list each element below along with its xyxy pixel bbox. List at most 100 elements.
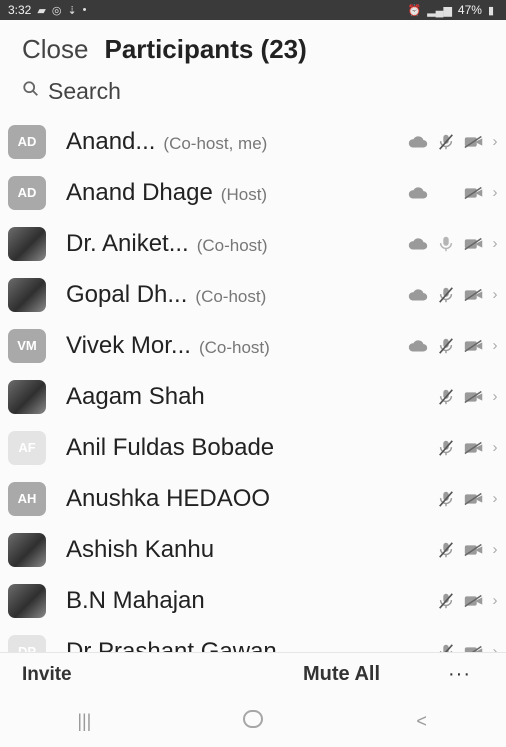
cloud-icon xyxy=(404,234,432,254)
participant-row[interactable]: B.N Mahajan › xyxy=(0,575,506,626)
cloud-icon xyxy=(404,540,432,560)
participant-status-icons: › xyxy=(404,591,502,611)
battery-percentage: 47% xyxy=(457,3,482,17)
chevron-right-icon: › xyxy=(492,490,498,507)
mic-muted-icon xyxy=(432,387,460,407)
chevron-right-icon: › xyxy=(492,286,498,303)
mic-icon xyxy=(432,234,460,254)
more-options-button[interactable]: ··· xyxy=(448,663,471,686)
participant-name-group: Dr. Aniket... (Co-host) xyxy=(66,230,268,258)
participant-row[interactable]: Ashish Kanhu › xyxy=(0,524,506,575)
participant-status-icons: › xyxy=(404,336,502,356)
mic-muted-icon xyxy=(432,489,460,509)
video-off-icon xyxy=(460,540,488,560)
participant-status-icons: › xyxy=(404,489,502,509)
search-bar[interactable] xyxy=(22,76,482,106)
video-off-icon xyxy=(460,489,488,509)
mic-placeholder xyxy=(432,183,460,203)
participant-row[interactable]: AD Anand... (Co-host, me) › xyxy=(0,116,506,167)
avatar: AD xyxy=(8,124,46,159)
participant-name-group: Anand... (Co-host, me) xyxy=(66,128,267,156)
video-off-icon xyxy=(460,285,488,305)
avatar xyxy=(8,532,46,567)
participant-name-group: Ashish Kanhu xyxy=(66,536,214,564)
participant-role: (Co-host) xyxy=(195,286,267,306)
home-circle-icon xyxy=(242,710,263,728)
status-time: 3:32 xyxy=(8,3,32,17)
participant-name-group: Anil Fuldas Bobade xyxy=(66,434,274,462)
whatsapp-icon: ◎ xyxy=(51,4,62,17)
mic-muted-icon xyxy=(432,285,460,305)
footer-toolbar: Invite Mute All ··· xyxy=(0,652,506,696)
avatar-initials: AF xyxy=(18,440,36,455)
participant-row[interactable]: AD Anand Dhage (Host) › xyxy=(0,167,506,218)
cloud-icon xyxy=(404,642,432,653)
video-off-icon xyxy=(460,234,488,254)
chevron-right-icon: › xyxy=(492,133,498,150)
participant-role: (Co-host) xyxy=(198,337,270,357)
chat-icon: ▰ xyxy=(37,4,46,17)
status-bar: 3:32 ▰ ◎ ⇣ • ⏰ ▂▄▆ 47% ▮ xyxy=(0,0,506,20)
video-off-icon xyxy=(460,387,488,407)
cloud-icon xyxy=(404,285,432,305)
mic-muted-icon xyxy=(432,540,460,560)
mic-muted-icon xyxy=(432,132,460,152)
close-button[interactable]: Close xyxy=(22,34,88,65)
participant-row[interactable]: VM Vivek Mor... (Co-host) › xyxy=(0,320,506,371)
participant-name-group: Dr Prashant Gawan... xyxy=(66,638,297,653)
avatar-initials: VM xyxy=(17,338,37,353)
download-icon: ⇣ xyxy=(67,4,77,17)
chevron-right-icon: › xyxy=(492,439,498,456)
participant-row[interactable]: Gopal Dh... (Co-host) › xyxy=(0,269,506,320)
participant-row[interactable]: DP Dr Prashant Gawan... › xyxy=(0,626,506,652)
participant-status-icons: › xyxy=(404,234,502,254)
cloud-icon xyxy=(404,438,432,458)
cloud-icon xyxy=(404,489,432,509)
mic-muted-icon xyxy=(432,336,460,356)
invite-button[interactable]: Invite xyxy=(22,664,72,686)
participant-name: Dr. Aniket... xyxy=(66,229,189,257)
avatar xyxy=(8,277,46,312)
participant-name-group: Anand Dhage (Host) xyxy=(66,179,267,207)
participant-status-icons: › xyxy=(404,183,502,203)
battery-icon: ▮ xyxy=(487,4,494,17)
android-nav-bar: ||| < xyxy=(0,696,506,747)
chevron-right-icon: › xyxy=(492,337,498,354)
participant-list: AD Anand... (Co-host, me) › AD Anand Dhage (Ho… xyxy=(0,116,506,652)
participant-row[interactable]: Dr. Aniket... (Co-host) › xyxy=(0,218,506,269)
participant-name: Gopal Dh... xyxy=(66,280,188,308)
participant-row[interactable]: AF Anil Fuldas Bobade › xyxy=(0,422,506,473)
search-input[interactable] xyxy=(48,77,448,105)
participant-name: Vivek Mor... xyxy=(66,331,191,359)
video-off-icon xyxy=(460,591,488,611)
avatar-initials: DP xyxy=(17,644,37,652)
page-title: Participants (23) xyxy=(104,33,307,64)
recents-button[interactable]: ||| xyxy=(54,711,114,732)
chevron-right-icon: › xyxy=(492,592,498,609)
participant-name: B.N Mahajan xyxy=(66,586,205,614)
avatar: DP xyxy=(8,634,46,652)
participant-row[interactable]: AH Anushka HEDAOO › xyxy=(0,473,506,524)
back-button[interactable]: < xyxy=(392,711,452,732)
participant-row[interactable]: Aagam Shah › xyxy=(0,371,506,422)
signal-icon: ▂▄▆ xyxy=(427,4,452,17)
avatar-initials: AD xyxy=(17,185,37,200)
participant-name-group: Aagam Shah xyxy=(66,383,205,411)
participant-status-icons: › xyxy=(404,285,502,305)
participant-name: Dr Prashant Gawan... xyxy=(66,637,297,653)
chevron-right-icon: › xyxy=(492,388,498,405)
participant-role: (Co-host, me) xyxy=(163,133,268,153)
participant-role: (Host) xyxy=(220,184,268,204)
video-off-icon xyxy=(460,642,488,652)
mute-all-button[interactable]: Mute All xyxy=(303,663,380,686)
avatar xyxy=(8,226,46,261)
participant-name-group: Gopal Dh... (Co-host) xyxy=(66,281,266,309)
cloud-icon xyxy=(404,183,432,203)
avatar: AD xyxy=(8,175,46,210)
home-button[interactable] xyxy=(223,710,283,733)
cloud-icon xyxy=(404,387,432,407)
avatar-initials: AH xyxy=(17,491,37,506)
participant-name: Anand Dhage xyxy=(66,178,213,206)
cloud-icon xyxy=(404,591,432,611)
participant-name: Anushka HEDAOO xyxy=(66,484,271,512)
